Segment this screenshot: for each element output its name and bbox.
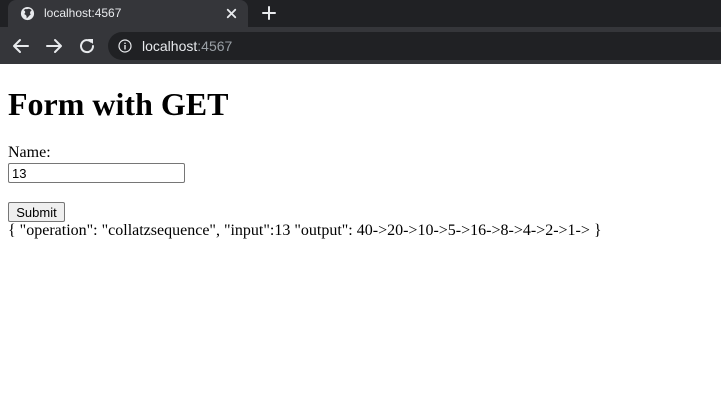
name-input[interactable] <box>8 163 185 183</box>
browser-toolbar: localhost:4567 <box>0 27 721 64</box>
globe-icon <box>20 6 35 21</box>
arrow-left-icon[interactable] <box>10 35 32 57</box>
address-url: localhost:4567 <box>142 32 232 60</box>
submit-button[interactable]: Submit <box>8 202 65 222</box>
plus-icon[interactable] <box>260 4 278 22</box>
result-output: { "operation": "collatzsequence", "input… <box>8 222 602 239</box>
address-bar[interactable]: localhost:4567 <box>108 32 721 60</box>
page-content: Form with GET Name: Submit { "operation"… <box>0 64 721 402</box>
url-port: :4567 <box>197 38 233 54</box>
url-host: localhost <box>142 38 198 54</box>
page-title: Form with GET <box>8 86 229 122</box>
tab-strip: localhost:4567 <box>0 0 721 27</box>
tab-title: localhost:4567 <box>44 6 122 20</box>
name-label: Name: <box>8 144 51 161</box>
browser-tab[interactable]: localhost:4567 <box>8 0 248 27</box>
info-icon[interactable] <box>118 39 132 53</box>
arrow-right-icon[interactable] <box>43 35 65 57</box>
reload-icon[interactable] <box>76 35 98 57</box>
close-icon[interactable] <box>224 6 239 21</box>
